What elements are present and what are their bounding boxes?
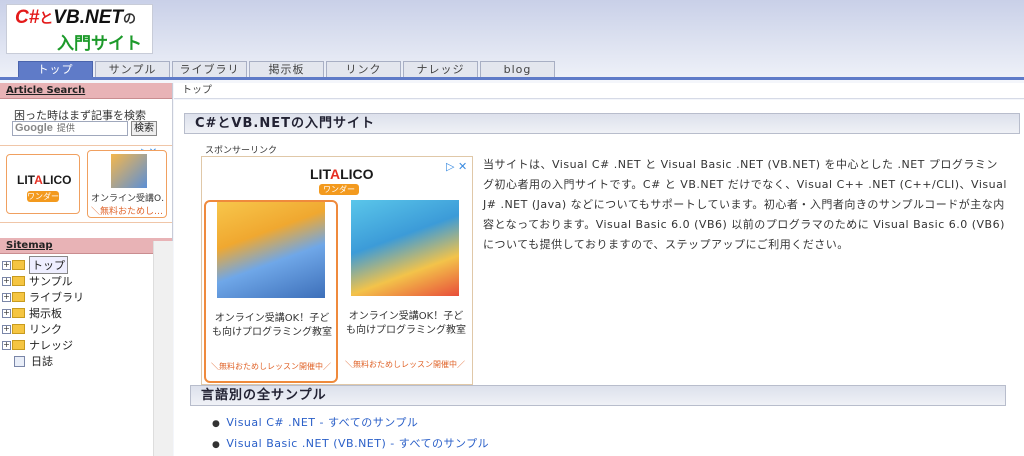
google-logo: Google: [15, 122, 53, 134]
article-search-title[interactable]: Article Search: [0, 83, 172, 99]
search-button[interactable]: 検索: [131, 121, 157, 136]
link-vbnet-samples[interactable]: ● Visual Basic .NET (VB.NET) - すべてのサンプル: [212, 434, 489, 455]
site-header: C#とVB.NETの 入門サイト トップ サンプル ライブラリ 掲示板 リンク …: [0, 0, 1024, 80]
folder-icon: [12, 340, 25, 350]
nav-underline: [0, 77, 1024, 80]
folder-icon: [12, 324, 25, 334]
page-title: C#とVB.NETの入門サイト: [184, 113, 1020, 134]
ad-brand-card[interactable]: LITALICO ワンダー: [6, 154, 80, 214]
section-heading: 言語別の全サンプル: [190, 385, 1006, 406]
tree-item-library[interactable]: + ライブラリ: [2, 289, 172, 305]
tab-sample[interactable]: サンプル: [95, 61, 170, 77]
sample-links: ● Visual C# .NET - すべてのサンプル ● Visual Basic…: [212, 413, 489, 455]
ad-card[interactable]: オンライン受講OK！子ども向けプログラミング教室 ＼無料おためしレッスン開催中／: [340, 200, 470, 379]
tree-item-knowledge[interactable]: + ナレッジ: [2, 337, 172, 353]
folder-icon: [12, 308, 25, 318]
search-box: 困った時はまず記事を検索 Google 提供 検索: [0, 99, 172, 145]
link-csharp-samples[interactable]: ● Visual C# .NET - すべてのサンプル: [212, 413, 489, 434]
folder-icon: [12, 260, 25, 270]
ad-thumbnail: [111, 154, 147, 188]
expand-icon[interactable]: +: [2, 340, 11, 350]
bullet-icon: ●: [212, 440, 221, 450]
tab-top[interactable]: トップ: [18, 61, 93, 77]
sitemap-scrollbar[interactable]: [153, 241, 173, 456]
sitemap-tree: + トップ + サンプル + ライブラリ + 掲示板 + リンク + ナレッジ 日誌: [0, 254, 172, 369]
tree-item-top[interactable]: + トップ: [2, 256, 172, 274]
sponsor-label: スポンサーリンク: [205, 146, 278, 156]
sponsored-ad[interactable]: ▷ ✕ LITALICO ワンダー オンライン受講OK！子ども向けプログラミング…: [201, 156, 473, 385]
tab-library[interactable]: ライブラリ: [172, 61, 247, 77]
tree-item-diary[interactable]: 日誌: [2, 353, 172, 369]
expand-icon[interactable]: +: [2, 260, 11, 270]
main-nav: トップ サンプル ライブラリ 掲示板 リンク ナレッジ blog: [18, 61, 557, 78]
expand-icon[interactable]: +: [2, 292, 11, 302]
folder-icon: [12, 276, 25, 286]
sitemap: Sitemap + トップ + サンプル + ライブラリ + 掲示板 + リンク + ナレッ…: [0, 238, 172, 369]
ad-brand-logo: LITALICO: [310, 166, 374, 182]
tab-knowledge[interactable]: ナレッジ: [403, 61, 478, 77]
tree-item-forum[interactable]: + 掲示板: [2, 305, 172, 321]
tab-forum[interactable]: 掲示板: [249, 61, 324, 77]
expand-icon[interactable]: +: [2, 324, 11, 334]
search-input[interactable]: Google 提供: [12, 121, 128, 136]
expand-icon[interactable]: +: [2, 276, 11, 286]
ad-choices-icon[interactable]: ▷ ✕: [446, 160, 467, 173]
intro-text: 当サイトは、Visual C# .NET と Visual Basic .NET…: [483, 158, 1007, 251]
main-content: C#とVB.NETの入門サイト スポンサーリンク ▷ ✕ LITALICO ワン…: [174, 100, 1024, 456]
sidebar: Article Search 困った時はまず記事を検索 Google 提供 検索 …: [0, 83, 173, 456]
expand-icon[interactable]: +: [2, 308, 11, 318]
tab-blog[interactable]: blog: [480, 61, 555, 77]
tab-link[interactable]: リンク: [326, 61, 401, 77]
tree-item-sample[interactable]: + サンプル: [2, 273, 172, 289]
ad-card[interactable]: オンライン受講O… ＼無料おためし…: [87, 150, 167, 218]
sidebar-ad[interactable]: ▷✕ LITALICO ワンダー オンライン受講O… ＼無料おためし…: [0, 145, 172, 223]
bullet-icon: ●: [212, 419, 221, 429]
tree-item-link[interactable]: + リンク: [2, 321, 172, 337]
document-icon: [14, 355, 25, 367]
ad-card[interactable]: オンライン受講OK！子ども向けプログラミング教室 ＼無料おためしレッスン開催中／: [204, 200, 338, 383]
sitemap-title[interactable]: Sitemap: [0, 238, 172, 254]
breadcrumb[interactable]: トップ: [174, 83, 1024, 99]
folder-icon: [12, 292, 25, 302]
ad-image: [217, 202, 325, 298]
ad-image: [351, 200, 459, 296]
site-logo[interactable]: C#とVB.NETの 入門サイト: [6, 4, 153, 54]
